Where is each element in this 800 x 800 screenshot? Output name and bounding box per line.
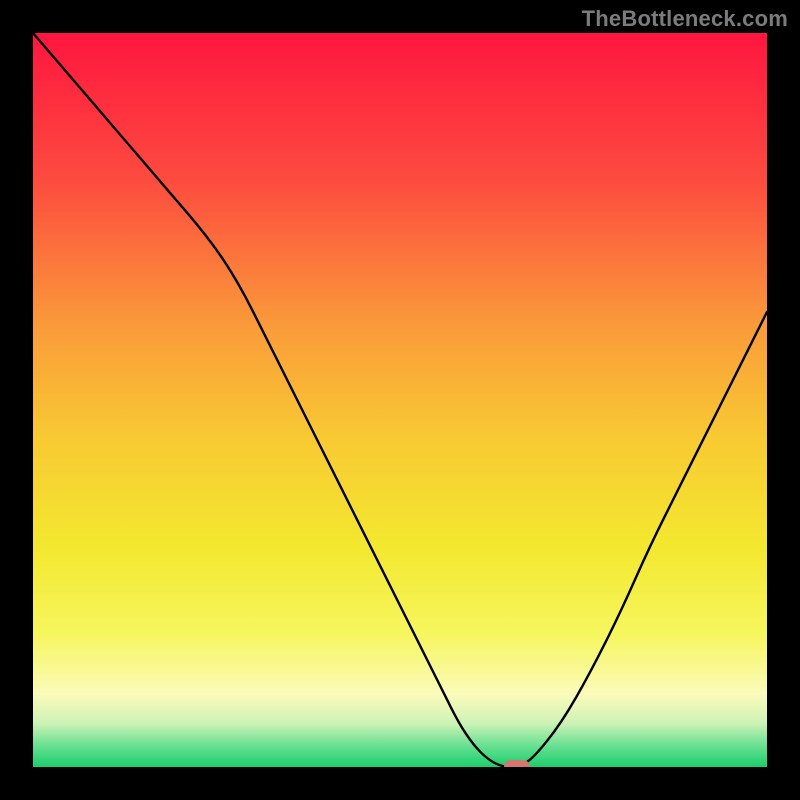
- chart-frame: TheBottleneck.com: [0, 0, 800, 800]
- gradient-background: [33, 33, 767, 767]
- optimal-marker: [504, 760, 530, 767]
- chart-svg: [33, 33, 767, 767]
- plot-area: [33, 33, 767, 767]
- watermark-text: TheBottleneck.com: [582, 6, 788, 32]
